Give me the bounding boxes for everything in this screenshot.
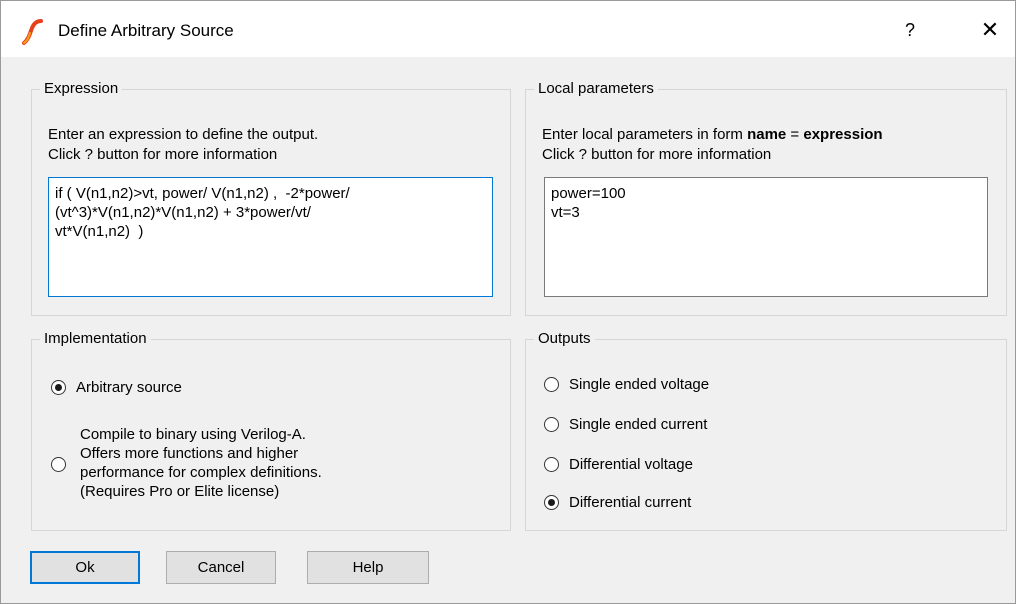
radio-differential-voltage-button[interactable] <box>544 457 559 472</box>
local-parameters-description-eq: = <box>786 126 804 143</box>
expression-description-line1: Enter an expression to define the output… <box>48 126 319 143</box>
implementation-group-label: Implementation <box>40 329 151 349</box>
radio-differential-voltage-label[interactable]: Differential voltage <box>569 455 693 474</box>
title-bar: Define Arbitrary Source ? ✕ <box>1 1 1015 57</box>
radio-verilog-a-label-line2[interactable]: Offers more functions and higher <box>80 444 298 463</box>
radio-differential-current[interactable]: Differential current <box>544 493 691 512</box>
local-parameters-textarea[interactable]: power=100 vt=3 <box>544 177 988 297</box>
radio-single-ended-current-label[interactable]: Single ended current <box>569 415 707 434</box>
radio-arbitrary-source[interactable]: Arbitrary source <box>51 378 182 397</box>
radio-single-ended-voltage[interactable]: Single ended voltage <box>544 375 709 394</box>
expression-textarea[interactable]: if ( V(n1,n2)>vt, power/ V(n1,n2) , -2*p… <box>48 177 493 297</box>
radio-verilog-a-label-line1[interactable]: Compile to binary using Verilog-A. <box>80 425 306 444</box>
window-title: Define Arbitrary Source <box>58 21 234 40</box>
radio-single-ended-voltage-button[interactable] <box>544 377 559 392</box>
dialog-window: Define Arbitrary Source ? ✕ Expression E… <box>0 0 1016 604</box>
local-parameters-description-line2: Click ? button for more information <box>542 146 772 163</box>
ok-button[interactable]: Ok <box>30 551 140 584</box>
help-question-icon[interactable]: ? <box>897 17 923 43</box>
help-button[interactable]: Help <box>307 551 429 584</box>
radio-single-ended-current[interactable]: Single ended current <box>544 415 707 434</box>
expression-description-line2: Click ? button for more information <box>48 146 278 163</box>
radio-arbitrary-source-label[interactable]: Arbitrary source <box>76 378 182 397</box>
outputs-group-label: Outputs <box>534 329 595 349</box>
radio-verilog-a-button[interactable] <box>51 457 66 472</box>
radio-verilog-a-label-line4[interactable]: (Requires Pro or Elite license) <box>80 482 279 501</box>
close-icon[interactable]: ✕ <box>975 15 1005 45</box>
local-parameters-description-expression: expression <box>803 126 883 143</box>
local-parameters-group-label: Local parameters <box>534 79 658 99</box>
app-logo-icon <box>22 19 43 45</box>
local-parameters-description-name: name <box>747 126 787 143</box>
cancel-button[interactable]: Cancel <box>166 551 276 584</box>
radio-verilog-a-label-line3[interactable]: performance for complex definitions. <box>80 463 322 482</box>
expression-group-label: Expression <box>40 79 123 99</box>
radio-differential-voltage[interactable]: Differential voltage <box>544 455 693 474</box>
radio-single-ended-current-button[interactable] <box>544 417 559 432</box>
radio-single-ended-voltage-label[interactable]: Single ended voltage <box>569 375 709 394</box>
local-parameters-description-prefix: Enter local parameters in form <box>542 126 748 143</box>
radio-differential-current-label[interactable]: Differential current <box>569 493 691 512</box>
radio-arbitrary-source-button[interactable] <box>51 380 66 395</box>
radio-differential-current-button[interactable] <box>544 495 559 510</box>
local-parameters-description-line1: Enter local parameters in form name = ex… <box>542 125 883 144</box>
